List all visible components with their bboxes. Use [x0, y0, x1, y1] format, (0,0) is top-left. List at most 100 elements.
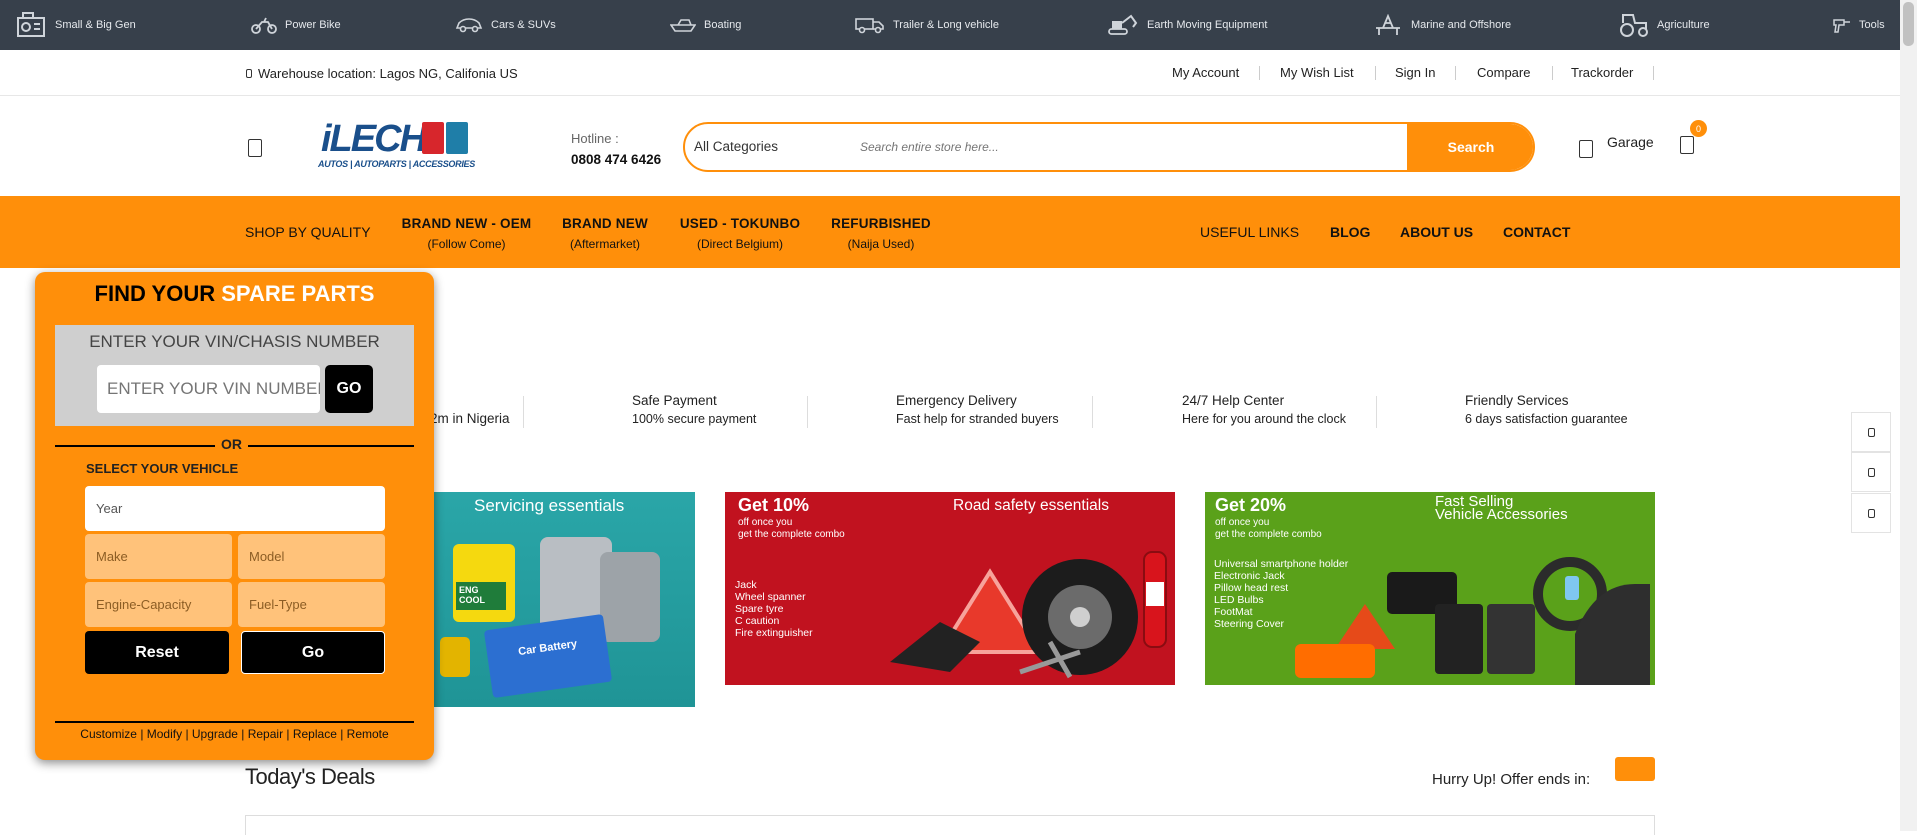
banner-headline: Get 20% — [1215, 495, 1287, 515]
nav-blog[interactable]: BLOG — [1330, 224, 1370, 240]
hotline-number[interactable]: 0808 474 6426 — [571, 152, 661, 167]
category-marine-offshore[interactable]: Marine and Offshore — [1373, 0, 1511, 50]
nav-item-title: BRAND NEW - OEM — [401, 216, 532, 231]
part-finder-widget: FIND YOUR SPARE PARTS ENTER YOUR VIN/CHA… — [35, 272, 434, 760]
select-vehicle-label: SELECT YOUR VEHICLE — [86, 461, 239, 476]
category-label: Cars & SUVs — [491, 19, 556, 31]
feature-subtitle: Fast help for stranded buyers — [896, 412, 1059, 426]
road-safety-kit-image — [890, 551, 1167, 679]
vin-input[interactable] — [97, 365, 320, 413]
go-button[interactable]: Go — [241, 631, 385, 674]
side-action-button-1[interactable] — [1851, 412, 1891, 452]
site-logo[interactable]: iLECH AUTOS | AUTOPARTS | ACCESSORIES — [318, 118, 475, 174]
nav-used-tokunbo[interactable]: USED - TOKUNBO (Direct Belgium) — [677, 216, 803, 251]
banner-road-safety[interactable]: Get 10% off once you get the complete co… — [725, 492, 1175, 685]
category-label: Power Bike — [285, 19, 341, 31]
divider — [1552, 66, 1553, 80]
vin-heading: ENTER YOUR VIN/CHASIS NUMBER — [89, 332, 380, 351]
scrollbar-thumb[interactable] — [1903, 2, 1914, 46]
warehouse-text: Warehouse location: Lagos NG, Califonia … — [258, 66, 518, 81]
feature-title: Safe Payment — [632, 393, 717, 408]
engine-capacity-select[interactable]: Engine-Capacity — [85, 582, 232, 627]
feature-title: Emergency Delivery — [896, 393, 1017, 408]
feature-item: Safe Payment 100% secure payment — [632, 392, 756, 428]
nav-contact[interactable]: CONTACT — [1503, 224, 1570, 240]
compare-link[interactable]: Compare — [1477, 65, 1530, 80]
feature-subtitle: 100% secure payment — [632, 412, 757, 426]
feature-item: Friendly Services 6 days satisfaction gua… — [1465, 392, 1628, 428]
side-action-button-2[interactable] — [1851, 452, 1891, 492]
vin-go-button[interactable]: GO — [325, 365, 373, 413]
feature-title: 24/7 Help Center — [1182, 393, 1285, 408]
divider — [55, 721, 414, 723]
category-agriculture[interactable]: Agriculture — [1619, 0, 1710, 50]
banner-subtext: off once you — [1215, 517, 1270, 528]
divider — [807, 396, 808, 428]
my-account-link[interactable]: My Account — [1172, 65, 1239, 80]
car-battery-image — [483, 613, 613, 699]
reset-button[interactable]: Reset — [85, 631, 229, 674]
oil-rig-icon — [1376, 14, 1400, 35]
finder-title-white: SPARE PARTS — [221, 281, 375, 306]
garage-link[interactable]: Garage — [1579, 134, 1654, 158]
drill-icon — [1833, 19, 1850, 33]
motorbike-icon — [251, 17, 277, 34]
feature-item: 24/7 Help Center Here for you around the … — [1182, 392, 1346, 428]
nav-item-subtitle: (Naija Used) — [847, 237, 915, 251]
menu-toggle-icon[interactable] — [248, 139, 263, 157]
search-category-select[interactable]: All Categories — [694, 139, 778, 154]
nav-brand-new-oem[interactable]: BRAND NEW - OEM (Follow Come) — [400, 216, 533, 251]
nav-item-subtitle: (Follow Come) — [427, 237, 506, 251]
truck-icon — [855, 18, 884, 34]
model-select[interactable]: Model — [238, 534, 385, 579]
category-label: Agriculture — [1657, 19, 1710, 31]
feature-item: Emergency Delivery Fast help for stranded… — [896, 392, 1059, 428]
search-button[interactable]: Search — [1407, 124, 1533, 170]
nav-refurbished[interactable]: REFURBISHED (Naija Used) — [829, 216, 933, 251]
garage-label: Garage — [1607, 134, 1654, 150]
garage-icon — [1579, 140, 1593, 158]
sign-in-link[interactable]: Sign In — [1395, 65, 1435, 80]
divider — [1376, 396, 1377, 428]
nav-item-subtitle: (Direct Belgium) — [696, 237, 783, 251]
category-earth-moving[interactable]: Earth Moving Equipment — [1107, 0, 1267, 50]
hotline-label: Hotline : — [571, 131, 619, 146]
cart-icon[interactable] — [1680, 136, 1696, 156]
excavator-icon — [1108, 14, 1138, 35]
category-label: Marine and Offshore — [1411, 19, 1512, 31]
category-bar: Small & Big Gen Power Bike Cars & SUVs B… — [0, 0, 1900, 50]
category-trailer[interactable]: Trailer & Long vehicle — [855, 0, 999, 50]
accessories-image — [1295, 557, 1650, 685]
nav-brand-new[interactable]: BRAND NEW (Aftermarket) — [560, 216, 650, 251]
category-cars-suvs[interactable]: Cars & SUVs — [455, 0, 556, 50]
page-scrollbar[interactable] — [1900, 0, 1917, 831]
side-action-button-3[interactable] — [1851, 493, 1891, 533]
category-small-big-gen[interactable]: Small & Big Gen — [15, 0, 136, 50]
banner-item-list: Jack Wheel spanner Spare tyre C caution … — [735, 579, 813, 639]
nav-about-us[interactable]: ABOUT US — [1400, 224, 1473, 240]
category-power-bike[interactable]: Power Bike — [251, 0, 341, 50]
oil-filter-image — [440, 637, 470, 677]
feature-subtitle: 2m in Nigeria — [430, 411, 510, 426]
vin-section: ENTER YOUR VIN/CHASIS NUMBER GO — [55, 325, 414, 426]
year-select[interactable]: Year — [85, 486, 385, 531]
wish-list-link[interactable]: My Wish List — [1280, 65, 1354, 80]
finder-footer-text: Customize | Modify | Upgrade | Repair | … — [80, 727, 389, 741]
or-separator: OR — [215, 436, 248, 452]
deals-title: Today's Deals — [245, 764, 375, 789]
banner-title: Servicing essentials — [474, 496, 625, 515]
category-boating[interactable]: Boating — [670, 0, 741, 50]
warehouse-location: Warehouse location: Lagos NG, Califonia … — [246, 66, 518, 81]
nav-item-subtitle: (Aftermarket) — [569, 237, 640, 251]
nav-item-title: REFURBISHED — [831, 216, 931, 231]
make-select[interactable]: Make — [85, 534, 232, 579]
main-nav: SHOP BY QUALITY BRAND NEW - OEM (Follow C… — [0, 196, 1900, 268]
banner-accessories[interactable]: Get 20% off once you get the complete co… — [1205, 492, 1655, 685]
divider — [1092, 396, 1093, 428]
fuel-type-select[interactable]: Fuel-Type — [238, 582, 385, 627]
trackorder-link[interactable]: Trackorder — [1571, 65, 1633, 80]
search-bar: All Categories Search — [683, 122, 1535, 172]
category-tools[interactable]: Tools — [1833, 0, 1885, 50]
search-input[interactable] — [860, 132, 1360, 162]
banner-servicing[interactable]: Servicing essentials ENG COOL Car Batter… — [420, 492, 695, 707]
